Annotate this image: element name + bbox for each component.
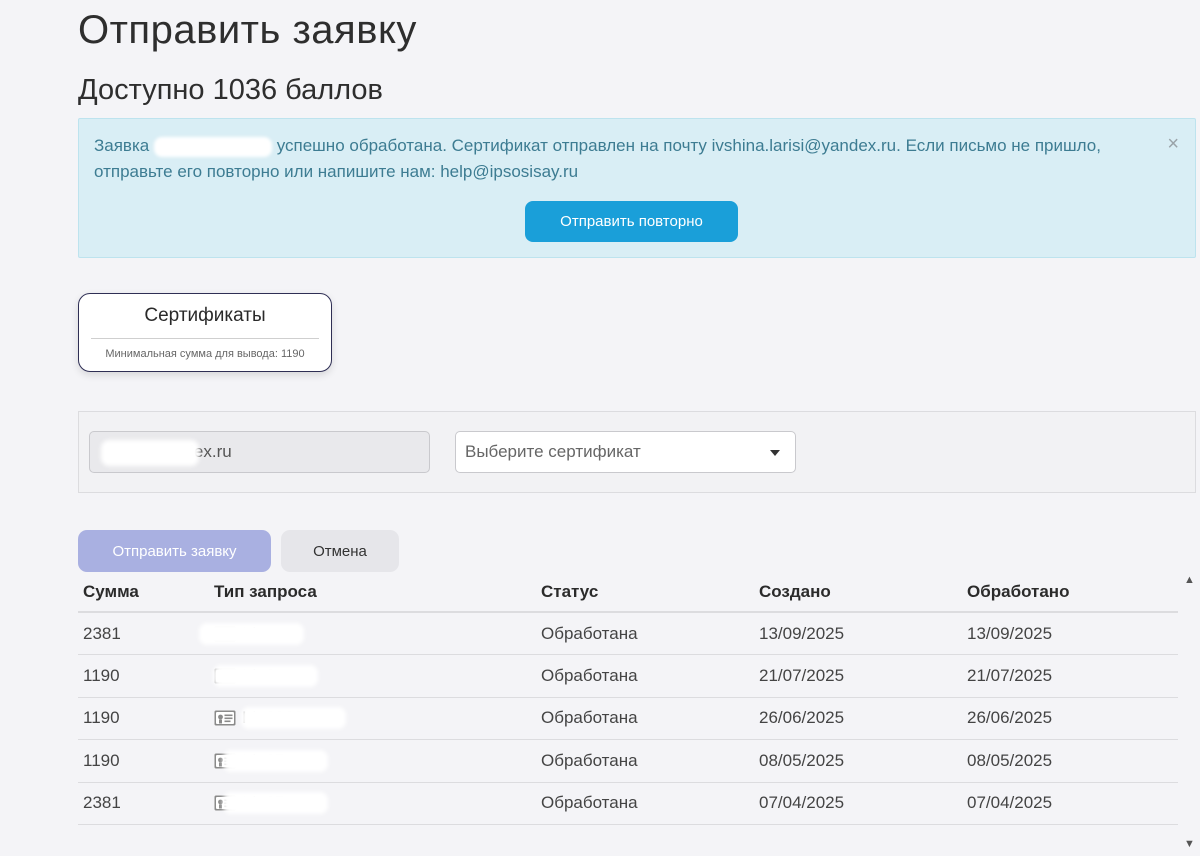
column-header-amount: Сумма (78, 572, 209, 613)
type-cell: Id: 2 (209, 654, 536, 698)
scroll-up-icon[interactable]: ▲ (1184, 574, 1195, 586)
status-cell: Обработана (536, 612, 754, 655)
amount-cell: 2381 (78, 612, 209, 655)
redacted-request-id (153, 136, 272, 157)
redacted-id (222, 749, 328, 772)
amount-cell: 2381 (78, 782, 209, 825)
created-cell: 07/04/2025 (754, 782, 962, 825)
amount-cell: 1190 (78, 739, 209, 783)
processed-cell: 26/06/2025 (962, 697, 1178, 740)
scrollbar[interactable]: ▲ ▼ (1180, 572, 1200, 856)
cancel-button[interactable]: Отмена (281, 530, 399, 572)
column-header-processed: Обработано (962, 572, 1178, 613)
request-form: Выберите сертификат (78, 411, 1196, 493)
column-header-status: Статус (536, 572, 754, 613)
alert-message-part1: успешно обработана. Сертификат отправлен… (276, 136, 1101, 155)
requests-table-container: Сумма Тип запроса Статус Создано Обработ… (78, 572, 1178, 856)
column-header-created: Создано (754, 572, 962, 613)
certificate-select[interactable]: Выберите сертификат (455, 431, 796, 473)
certificates-card[interactable]: Сертификаты Минимальная сумма для вывода… (78, 293, 332, 372)
table-body: 2381Id:Обработана13/09/202513/09/2025119… (78, 612, 1178, 825)
alert-message-part2: отправьте его повторно или напишите нам:… (94, 162, 579, 181)
chevron-down-icon (770, 450, 780, 456)
type-cell: Id: 25 (209, 739, 536, 783)
certificate-icon (214, 710, 236, 726)
status-cell: Обработана (536, 782, 754, 825)
created-cell: 26/06/2025 (754, 697, 962, 740)
status-cell: Обработана (536, 654, 754, 698)
processed-cell: 07/04/2025 (962, 782, 1178, 825)
certificate-select-placeholder: Выберите сертификат (465, 442, 641, 461)
type-cell: Id: 2829 (209, 697, 536, 740)
requests-table: Сумма Тип запроса Статус Создано Обработ… (78, 572, 1178, 825)
redacted-id (198, 622, 304, 645)
processed-cell: 08/05/2025 (962, 739, 1178, 783)
table-row: 2381Id:Обработана13/09/202513/09/2025 (78, 612, 1178, 655)
divider (91, 338, 319, 339)
type-cell: Id: 25 (209, 782, 536, 825)
column-header-type: Тип запроса (209, 572, 536, 613)
created-cell: 08/05/2025 (754, 739, 962, 783)
resend-button[interactable]: Отправить повторно (525, 201, 738, 242)
certificates-card-title: Сертификаты (144, 305, 266, 326)
status-cell: Обработана (536, 697, 754, 740)
alert-message: Заявка успешно обработана. Сертификат от… (94, 133, 1134, 185)
redacted-email (101, 440, 199, 466)
table-row: 1190Id: 25Обработана08/05/202508/05/2025 (78, 739, 1178, 783)
close-icon[interactable]: × (1167, 133, 1179, 156)
points-balance: Доступно 1036 баллов (78, 74, 383, 106)
table-header-row: Сумма Тип запроса Статус Создано Обработ… (78, 572, 1178, 613)
created-cell: 21/07/2025 (754, 654, 962, 698)
status-cell: Обработана (536, 739, 754, 783)
redacted-id (213, 664, 319, 687)
amount-cell: 1190 (78, 697, 209, 740)
redacted-id (222, 792, 328, 815)
processed-cell: 21/07/2025 (962, 654, 1178, 698)
minimum-amount-label: Минимальная сумма для вывода: 1190 (105, 348, 305, 360)
page-title: Отправить заявку (78, 8, 417, 52)
scroll-down-icon[interactable]: ▼ (1184, 838, 1195, 850)
redacted-id (241, 707, 347, 730)
type-cell: Id: (198, 612, 536, 655)
table-row: 1190Id: 2829Обработана26/06/202526/06/20… (78, 697, 1178, 740)
table-row: 1190Id: 2Обработана21/07/202521/07/2025 (78, 654, 1178, 698)
amount-cell: 1190 (78, 654, 209, 698)
submit-request-button[interactable]: Отправить заявку (78, 530, 271, 572)
created-cell: 13/09/2025 (754, 612, 962, 655)
alert-prefix: Заявка (94, 136, 150, 155)
table-row: 2381Id: 25Обработана07/04/202507/04/2025 (78, 782, 1178, 825)
processed-cell: 13/09/2025 (962, 612, 1178, 655)
success-alert: Заявка успешно обработана. Сертификат от… (78, 118, 1196, 258)
